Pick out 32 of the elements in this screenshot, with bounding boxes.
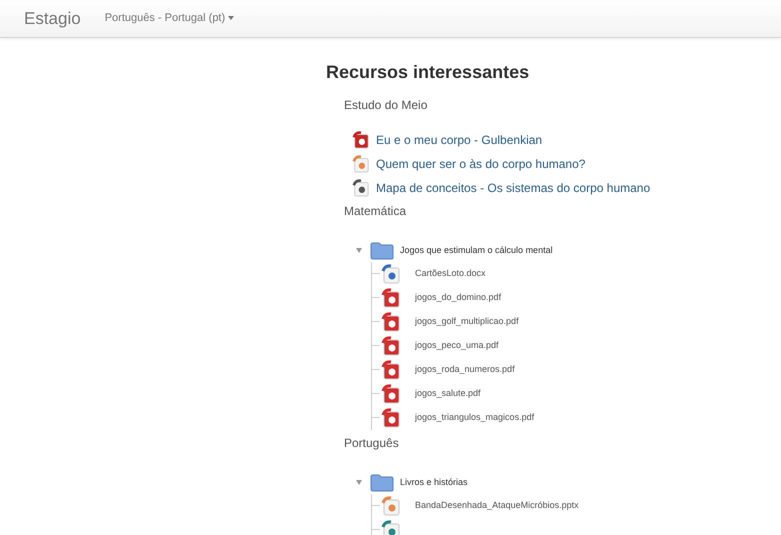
folder-icon (370, 474, 394, 492)
language-menu[interactable]: Português - Portugal (pt) (104, 10, 234, 27)
section-heading: Estudo do Meio (344, 96, 428, 114)
file-link[interactable]: jogos_roda_numeros.pdf (415, 362, 515, 376)
pdf-file-icon (381, 408, 401, 428)
pdf-file-icon (381, 288, 401, 308)
section-heading: Português (344, 434, 400, 452)
file-link[interactable]: BandaDesenhada_AtaqueMicróbios.pptx (415, 498, 579, 512)
file-link[interactable]: jogos_triangulos_magicos.pdf (415, 410, 534, 424)
pdf-file-icon (381, 384, 401, 404)
resource-link[interactable]: Quem quer ser o às do corpo humano? (376, 154, 586, 173)
folder-name[interactable]: Jogos que estimulam o cálculo mental (400, 244, 553, 258)
expand-toggle-icon[interactable] (356, 248, 362, 254)
file-link[interactable]: CartõesLoto.docx (415, 266, 486, 280)
pdf-file-icon (381, 360, 401, 380)
file-link[interactable]: jogos_salute.pdf (415, 386, 481, 400)
folder-icon (370, 242, 394, 260)
site-brand-link[interactable]: Estagio (24, 6, 81, 32)
pdf-file-icon (381, 336, 401, 356)
resource-link[interactable]: Mapa de conceitos - Os sistemas do corpo humano (376, 178, 650, 197)
section-heading: Matemática (344, 202, 408, 220)
file-link[interactable]: jogos_do_domino.pdf (415, 290, 502, 304)
file-link[interactable]: jogos_peco_uma.pdf (415, 338, 499, 352)
expand-toggle-icon[interactable] (356, 480, 362, 486)
presentation-file-icon (381, 496, 401, 516)
page-heading: Recursos interessantes (326, 62, 530, 84)
caret-icon (228, 16, 234, 20)
pdf-file-icon (381, 312, 401, 332)
resource-link[interactable]: Eu e o meu corpo - Gulbenkian (376, 130, 542, 149)
file-link[interactable]: jogos_golf_multiplicao.pdf (415, 314, 519, 328)
folder-name[interactable]: Livros e histórias (400, 476, 468, 490)
presentation-file-icon (352, 154, 370, 173)
